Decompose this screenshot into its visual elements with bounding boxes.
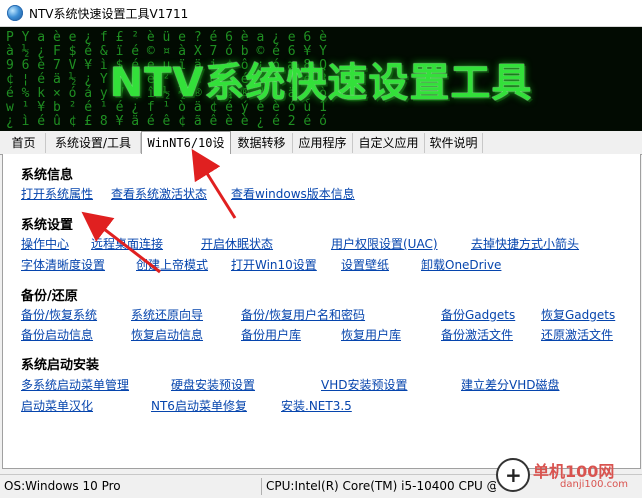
banner-title: NTV系统快速设置工具 <box>109 60 533 106</box>
section-title-backup-restore: 备份/还原 <box>21 289 78 304</box>
banner: P Y a è e ¿ f £ ² è ü e ? é 6 è a ¿ e 6 … <box>0 27 642 131</box>
title-bar: NTV系统快速设置工具V1711 <box>0 0 642 27</box>
link-enable-hibernate[interactable]: 开启休眠状态 <box>201 235 273 252</box>
link-font-smoothing[interactable]: 字体清晰度设置 <box>21 256 105 273</box>
tab-winnt6-settings[interactable]: WinNT6/10设置 <box>141 131 231 172</box>
link-backup-activation[interactable]: 备份激活文件 <box>441 326 513 343</box>
link-uac-settings[interactable]: 用户权限设置(UAC) <box>331 235 438 252</box>
link-windows-version[interactable]: 查看windows版本信息 <box>231 185 355 202</box>
link-check-activation[interactable]: 查看系统激活状态 <box>111 185 207 202</box>
status-cpu: CPU:Intel(R) Core(TM) i5-10400 CPU @ 2.9… <box>266 479 496 493</box>
watermark-subtext: danji100.com <box>560 479 628 490</box>
link-backup-user-credentials[interactable]: 备份/恢复用户名和密码 <box>241 306 365 323</box>
link-restore-boot-info[interactable]: 恢复启动信息 <box>131 326 203 343</box>
link-install-net35[interactable]: 安装.NET3.5 <box>281 397 352 414</box>
link-hdd-install-preset[interactable]: 硬盘安装预设置 <box>171 376 255 393</box>
link-action-center[interactable]: 操作中心 <box>21 235 69 252</box>
link-remove-shortcut-arrow[interactable]: 去掉快捷方式小箭头 <box>471 235 579 252</box>
status-os: OS:Windows 10 Pro <box>4 479 121 493</box>
link-open-win10-settings[interactable]: 打开Win10设置 <box>231 256 317 273</box>
tab-home[interactable]: 首页 <box>2 133 46 153</box>
link-system-restore-wizard[interactable]: 系统还原向导 <box>131 306 203 323</box>
link-restore-user-library[interactable]: 恢复用户库 <box>341 326 401 343</box>
link-uninstall-onedrive[interactable]: 卸载OneDrive <box>421 256 501 273</box>
app-icon <box>7 5 23 21</box>
watermark-plus-icon: + <box>505 463 522 487</box>
link-vhd-install-preset[interactable]: VHD安装预设置 <box>321 376 407 393</box>
link-backup-boot-info[interactable]: 备份启动信息 <box>21 326 93 343</box>
link-backup-restore-system[interactable]: 备份/恢复系统 <box>21 306 97 323</box>
link-restore-gadgets[interactable]: 恢复Gadgets <box>541 306 615 323</box>
tab-software-help[interactable]: 软件说明 <box>425 133 483 153</box>
section-title-system-settings: 系统设置 <box>21 218 74 233</box>
status-separator <box>261 478 262 495</box>
tab-data-transfer[interactable]: 数据转移 <box>231 133 293 153</box>
tab-applications[interactable]: 应用程序 <box>293 133 353 153</box>
link-create-diff-vhd[interactable]: 建立差分VHD磁盘 <box>461 376 559 393</box>
tab-custom-apps[interactable]: 自定义应用 <box>353 133 425 153</box>
link-god-mode[interactable]: 创建上帝模式 <box>136 256 208 273</box>
link-backup-gadgets[interactable]: 备份Gadgets <box>441 306 515 323</box>
window-title: NTV系统快速设置工具V1711 <box>29 6 189 21</box>
link-restore-activation[interactable]: 还原激活文件 <box>541 326 613 343</box>
link-boot-menu-localize[interactable]: 启动菜单汉化 <box>21 397 93 414</box>
link-set-wallpaper[interactable]: 设置壁纸 <box>341 256 389 273</box>
tab-system-tools[interactable]: 系统设置/工具 <box>46 133 141 153</box>
section-title-system-info: 系统信息 <box>21 168 74 183</box>
tab-strip: 首页 系统设置/工具 WinNT6/10设置 数据转移 应用程序 自定义应用 软… <box>0 131 642 172</box>
link-nt6-boot-repair[interactable]: NT6启动菜单修复 <box>151 397 247 414</box>
section-title-boot-install: 系统启动安装 <box>21 358 100 373</box>
link-backup-user-library[interactable]: 备份用户库 <box>241 326 301 343</box>
link-open-system-properties[interactable]: 打开系统属性 <box>21 185 93 202</box>
link-multiboot-menu[interactable]: 多系统启动菜单管理 <box>21 376 129 393</box>
link-remote-desktop[interactable]: 远程桌面连接 <box>91 235 163 252</box>
